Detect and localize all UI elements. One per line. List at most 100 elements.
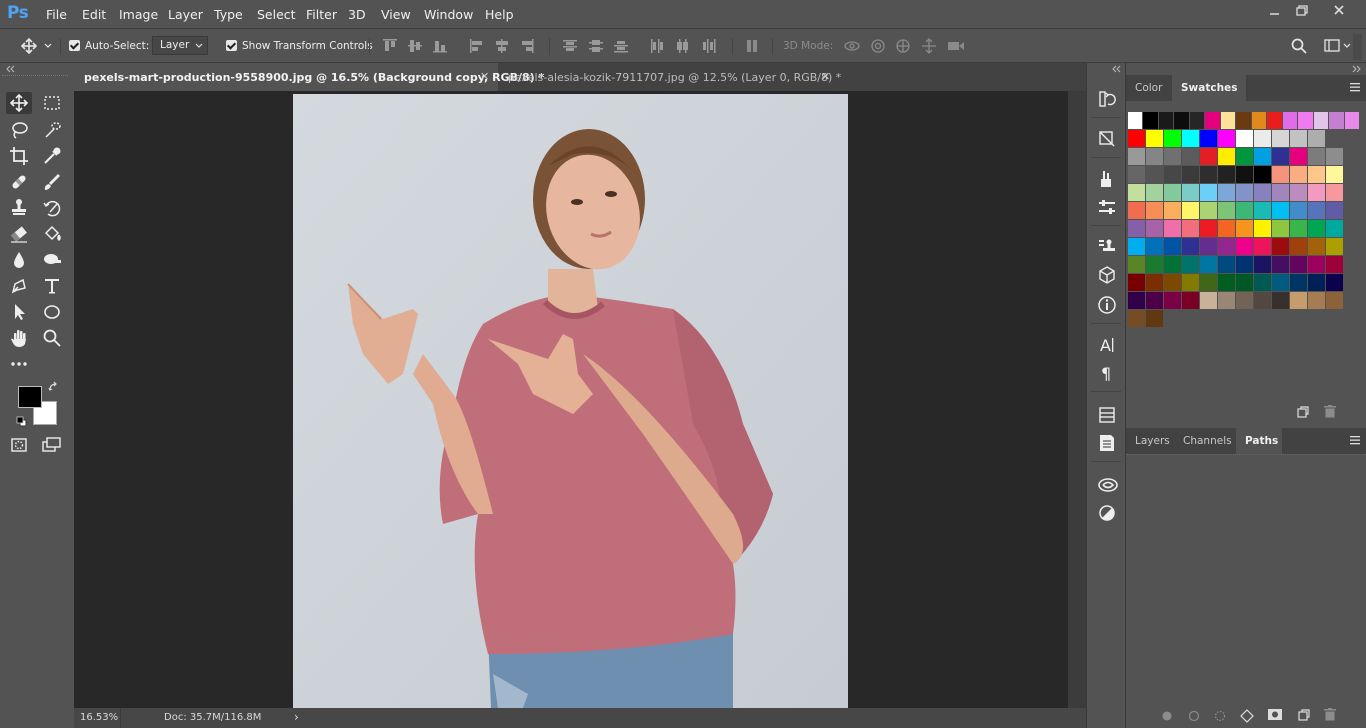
color-swatch[interactable] [1128, 256, 1145, 273]
color-swatch[interactable] [1326, 184, 1343, 201]
tab-close-icon[interactable]: ✕ [480, 70, 489, 83]
options-bar-scroll[interactable] [1353, 34, 1362, 60]
color-swatch[interactable] [1308, 148, 1325, 165]
color-swatch[interactable] [1236, 220, 1253, 237]
color-swatch[interactable] [1146, 310, 1163, 327]
color-swatch[interactable] [1182, 202, 1199, 219]
color-swatch[interactable] [1254, 274, 1271, 291]
color-swatch[interactable] [1164, 274, 1181, 291]
color-swatch[interactable] [1254, 184, 1271, 201]
menu-file[interactable]: File [46, 7, 67, 22]
color-swatch[interactable] [1272, 148, 1289, 165]
history-panel-icon[interactable] [1097, 89, 1117, 109]
auto-align-icon[interactable] [744, 37, 760, 55]
distribute-hcenter-icon[interactable] [674, 37, 690, 55]
fill-path-icon[interactable] [1161, 710, 1173, 722]
color-swatch[interactable] [1164, 238, 1181, 255]
color-swatch[interactable] [1272, 274, 1289, 291]
color-swatch[interactable] [1164, 148, 1181, 165]
color-swatch[interactable] [1308, 166, 1325, 183]
color-swatch[interactable] [1290, 148, 1307, 165]
menu-select[interactable]: Select [257, 7, 296, 22]
color-swatch[interactable] [1182, 130, 1199, 147]
crop-tool[interactable] [6, 145, 32, 167]
color-swatch[interactable] [1236, 130, 1253, 147]
color-swatch[interactable] [1272, 238, 1289, 255]
3d-camera-icon[interactable] [946, 37, 966, 55]
align-vcenter-icon[interactable] [407, 37, 423, 55]
color-swatch[interactable] [1128, 148, 1145, 165]
minimize-icon[interactable] [1262, 2, 1288, 20]
make-work-path-icon[interactable] [1240, 709, 1254, 723]
distribute-vcenter-icon[interactable] [588, 37, 604, 55]
color-panel-icon[interactable] [1097, 503, 1117, 523]
color-swatch[interactable] [1308, 256, 1325, 273]
lasso-tool[interactable] [6, 119, 32, 141]
history-brush-tool[interactable] [39, 197, 65, 219]
color-swatch[interactable] [1254, 256, 1271, 273]
align-bottom-icon[interactable] [432, 37, 448, 55]
adjustments-panel-icon[interactable] [1097, 197, 1117, 217]
color-swatch[interactable] [1200, 130, 1217, 147]
color-swatch[interactable] [1236, 202, 1253, 219]
color-swatch[interactable] [1200, 292, 1217, 309]
color-swatch[interactable] [1290, 238, 1307, 255]
color-swatch[interactable] [1272, 256, 1289, 273]
color-swatch[interactable] [1182, 292, 1199, 309]
color-swatch[interactable] [1254, 202, 1271, 219]
move-tool[interactable] [6, 92, 32, 114]
color-swatch[interactable] [1344, 112, 1360, 129]
color-swatch[interactable] [1128, 202, 1145, 219]
eyedropper-tool[interactable] [39, 145, 65, 167]
color-swatch[interactable] [1146, 166, 1163, 183]
color-swatch[interactable] [1174, 112, 1189, 129]
new-path-icon[interactable] [1298, 709, 1310, 721]
color-swatch[interactable] [1236, 184, 1253, 201]
distribute-top-icon[interactable] [562, 37, 578, 55]
color-swatch[interactable] [1254, 148, 1271, 165]
color-swatch[interactable] [1272, 220, 1289, 237]
color-swatch[interactable] [1128, 292, 1145, 309]
color-swatch[interactable] [1308, 202, 1325, 219]
color-swatch[interactable] [1272, 292, 1289, 309]
color-swatch[interactable] [1308, 274, 1325, 291]
document-image[interactable] [293, 94, 848, 708]
color-swatch[interactable] [1308, 130, 1325, 147]
color-swatch[interactable] [1251, 112, 1267, 129]
color-swatch[interactable] [1218, 238, 1235, 255]
color-swatch[interactable] [1236, 112, 1251, 129]
color-swatch[interactable] [1267, 112, 1282, 129]
color-swatch[interactable] [1164, 184, 1181, 201]
type-tool[interactable] [39, 275, 65, 297]
tab-paths[interactable]: Paths [1236, 428, 1282, 454]
color-swatch[interactable] [1254, 238, 1271, 255]
color-swatch[interactable] [1326, 166, 1343, 183]
color-swatch[interactable] [1290, 202, 1307, 219]
color-swatch[interactable] [1128, 166, 1145, 183]
color-swatch[interactable] [1218, 274, 1235, 291]
color-swatch[interactable] [1146, 238, 1163, 255]
collapse-panels-icon[interactable] [1352, 65, 1362, 73]
color-swatch[interactable] [1146, 184, 1163, 201]
color-swatch[interactable] [1218, 256, 1235, 273]
menu-layer[interactable]: Layer [168, 7, 203, 22]
vertical-scrollbar[interactable] [1068, 91, 1086, 708]
menu-window[interactable]: Window [424, 7, 473, 22]
distribute-bottom-icon[interactable] [613, 37, 629, 55]
color-swatch[interactable] [1218, 220, 1235, 237]
color-swatch[interactable] [1200, 166, 1217, 183]
color-swatch[interactable] [1164, 256, 1181, 273]
add-mask-icon[interactable] [1268, 709, 1282, 721]
zoom-tool[interactable] [39, 327, 65, 349]
properties-panel-icon[interactable] [1097, 129, 1117, 149]
color-swatch[interactable] [1164, 220, 1181, 237]
color-swatch[interactable] [1254, 130, 1271, 147]
status-menu-arrow[interactable]: › [294, 710, 299, 724]
move-tool-preset-icon[interactable] [20, 37, 52, 55]
color-swatch[interactable] [1308, 292, 1325, 309]
blur-tool[interactable] [6, 249, 32, 271]
color-swatch[interactable] [1272, 202, 1289, 219]
align-right-icon[interactable] [519, 37, 535, 55]
color-swatch[interactable] [1182, 238, 1199, 255]
stroke-path-icon[interactable] [1188, 710, 1200, 722]
